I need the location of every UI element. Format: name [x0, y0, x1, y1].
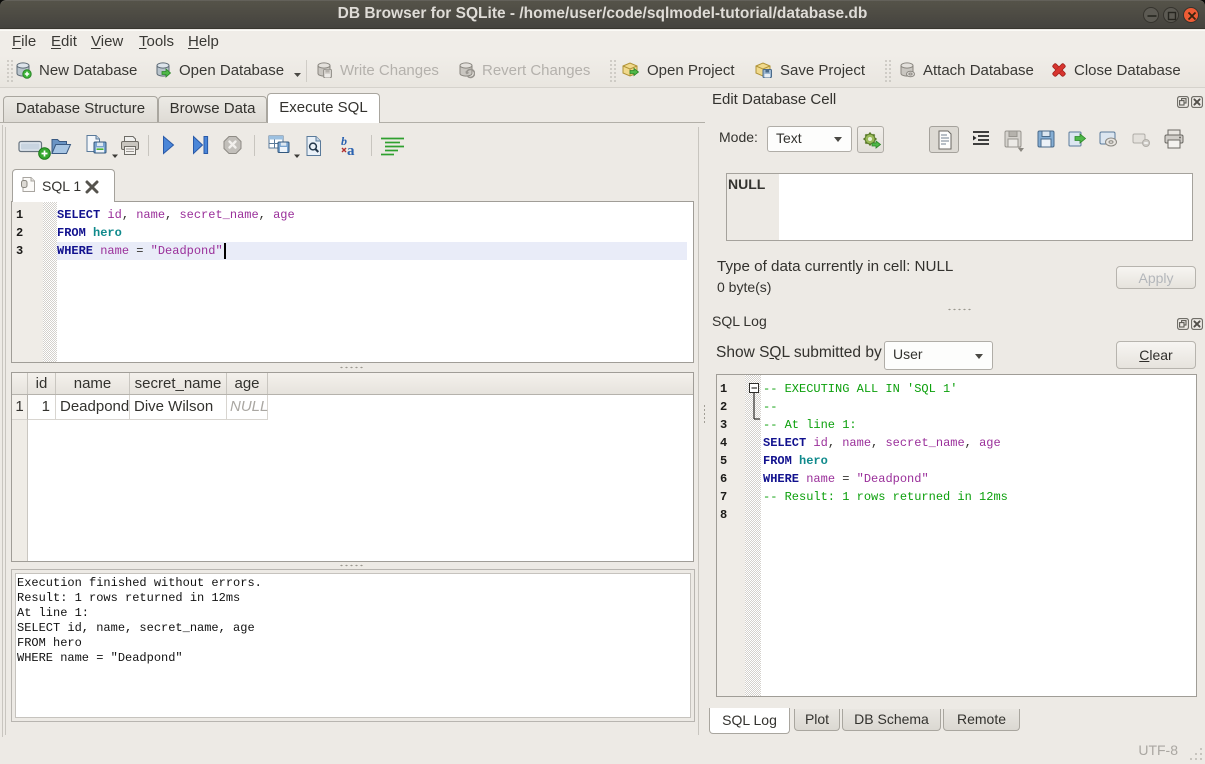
- svg-text:a: a: [347, 143, 355, 157]
